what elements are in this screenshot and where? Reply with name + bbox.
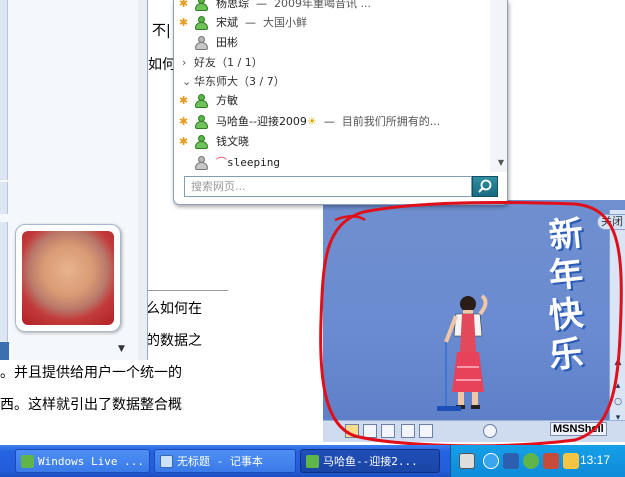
vertical-scrollbar[interactable]: ▲ ▴ ○ ▾ — [609, 210, 625, 423]
contact-row[interactable]: 田彬 — [174, 33, 491, 53]
group-row-school[interactable]: ⌄ 华东师大（3 / 7） — [174, 72, 491, 92]
contact-name: 方敏 — [216, 94, 238, 107]
doc-line: 。并且提供给用户一个统一的 — [0, 365, 182, 381]
contact-row[interactable]: ✱ 宋斌 — 大国小鲜 — [174, 13, 491, 33]
contact-list-scrollbar[interactable]: ▼ — [490, 0, 507, 172]
contact-row[interactable]: ✱ 马哈鱼--迎接2009☀ — 目前我们所拥有的... — [174, 112, 491, 132]
contact-message: 大国小鲜 — [263, 16, 307, 29]
favorite-star-icon: ✱ — [179, 115, 189, 128]
person-online-icon — [194, 0, 208, 11]
search-button[interactable] — [472, 176, 498, 197]
contact-name: 宋斌 — [216, 16, 238, 29]
messenger-people-icon — [21, 455, 34, 468]
banner-char: 快 — [547, 293, 585, 337]
group-label: 好友（1 / 1） — [194, 56, 263, 69]
notepad-icon — [160, 455, 173, 468]
contact-separator: — — [323, 115, 335, 128]
dock-strip — [0, 0, 8, 180]
chevron-down-icon[interactable]: ▼ — [118, 344, 125, 354]
sun-icon: ☀ — [306, 115, 317, 128]
dock-strip — [0, 222, 8, 342]
person-online-icon — [194, 16, 208, 30]
clock[interactable]: 13:17 — [580, 453, 610, 467]
contact-message: 目前我们所拥有的... — [341, 115, 441, 128]
zoom-slider-icon[interactable] — [483, 424, 497, 438]
doc-line: 的数据之 — [146, 333, 202, 349]
avatar-frame[interactable] — [15, 224, 121, 332]
dock-toggle-tab[interactable] — [0, 342, 9, 360]
contact-message: 2009年重喝音讯 ... — [274, 0, 371, 10]
dock-strip — [0, 182, 8, 214]
msnshell-badge[interactable]: MSNShell — [550, 422, 607, 436]
contact-name: sleeping — [227, 156, 280, 169]
chevron-down-icon: ⌄ — [182, 75, 192, 88]
taskbar-item[interactable]: 马哈鱼--迎接2... — [300, 449, 440, 473]
scroll-prev-page-icon[interactable]: ▴ — [612, 380, 624, 392]
contact-name: 钱文晓 — [216, 135, 249, 148]
browse-object-icon[interactable]: ○ — [612, 396, 624, 408]
doc-line: 西。这样就引出了数据整合概 — [0, 397, 182, 413]
favorite-star-icon: ✱ — [179, 94, 189, 107]
doc-line: 么如何在 — [146, 301, 202, 317]
person-online-icon — [194, 115, 208, 129]
chevron-right-icon: › — [182, 56, 187, 69]
normal-view-button[interactable] — [345, 424, 359, 438]
web-view-button[interactable] — [363, 424, 377, 438]
contact-row[interactable]: ⌒sleeping — [174, 153, 491, 172]
taskbar-item-label: Windows Live ... — [38, 455, 144, 468]
taskbar-item[interactable]: Windows Live ... — [15, 449, 150, 473]
contact-separator: — — [256, 0, 267, 10]
banner-char: 年 — [547, 253, 585, 297]
scroll-up-arrow-icon[interactable]: ▲ — [612, 356, 624, 368]
person-online-icon — [194, 94, 208, 108]
taskbar-item-label: 马哈鱼--迎接2... — [323, 455, 418, 468]
search-input[interactable]: 搜索网页... — [184, 176, 472, 197]
search-icon — [478, 179, 492, 193]
doc-divider — [148, 290, 228, 291]
person-offline-icon — [194, 36, 208, 50]
taskbar-item-label: 无标题 - 记事本 — [177, 455, 263, 468]
scroll-down-arrow-icon[interactable]: ▼ — [498, 158, 504, 167]
close-button[interactable]: 关闭 — [597, 214, 625, 230]
favorite-star-icon: ✱ — [179, 16, 189, 29]
messenger-tray-icon[interactable] — [523, 453, 539, 469]
display-icon[interactable] — [563, 453, 579, 469]
contact-name: 杨思琮 — [216, 0, 249, 10]
avatar[interactable] — [22, 231, 114, 325]
messenger-contacts-window: ✱ 杨思琮 — 2009年重喝音讯 ... ✱ 宋斌 — 大国小鲜 田彬 › 好友… — [173, 0, 508, 205]
keyboard-icon[interactable] — [459, 453, 475, 469]
contact-row[interactable]: ✱ 钱文晓 — [174, 132, 491, 152]
reading-view-button[interactable] — [419, 424, 433, 438]
favorite-star-icon: ✱ — [179, 135, 189, 148]
outline-view-button[interactable] — [401, 424, 415, 438]
taskbar-item[interactable]: 无标题 - 记事本 — [154, 449, 296, 473]
new-year-banner: 新 年 快 乐 — [535, 213, 597, 380]
banner-char: 乐 — [547, 333, 585, 377]
chevron-left-icon[interactable] — [483, 453, 499, 469]
contact-row[interactable]: ✱ 方敏 — [174, 91, 491, 111]
rainbow-icon: ⌒ — [216, 156, 227, 169]
messenger-people-icon — [306, 455, 319, 468]
taskbar: Windows Live ... 无标题 - 记事本 马哈鱼--迎接2... 1… — [0, 445, 625, 477]
messenger-dock-panel: ▼ — [0, 0, 148, 360]
security-icon[interactable] — [543, 453, 559, 469]
contact-list[interactable]: ✱ 杨思琮 — 2009年重喝音讯 ... ✱ 宋斌 — 大国小鲜 田彬 › 好友… — [174, 0, 491, 172]
person-offline-icon — [194, 156, 208, 170]
contact-name: 马哈鱼--迎接2009 — [216, 115, 307, 128]
banner-char: 新 — [547, 213, 585, 257]
print-view-button[interactable] — [381, 424, 395, 438]
group-label: 华东师大（3 / 7） — [194, 75, 285, 88]
group-row-friends[interactable]: › 好友（1 / 1） — [174, 53, 491, 73]
person-online-icon — [194, 135, 208, 149]
favorite-star-icon: ✱ — [179, 0, 189, 10]
contact-separator: — — [245, 16, 256, 29]
girl-with-mop-image — [437, 294, 488, 411]
network-icon[interactable] — [503, 453, 519, 469]
contact-name: 田彬 — [216, 36, 238, 49]
contact-row[interactable]: ✱ 杨思琮 — 2009年重喝音讯 ... — [174, 0, 491, 14]
